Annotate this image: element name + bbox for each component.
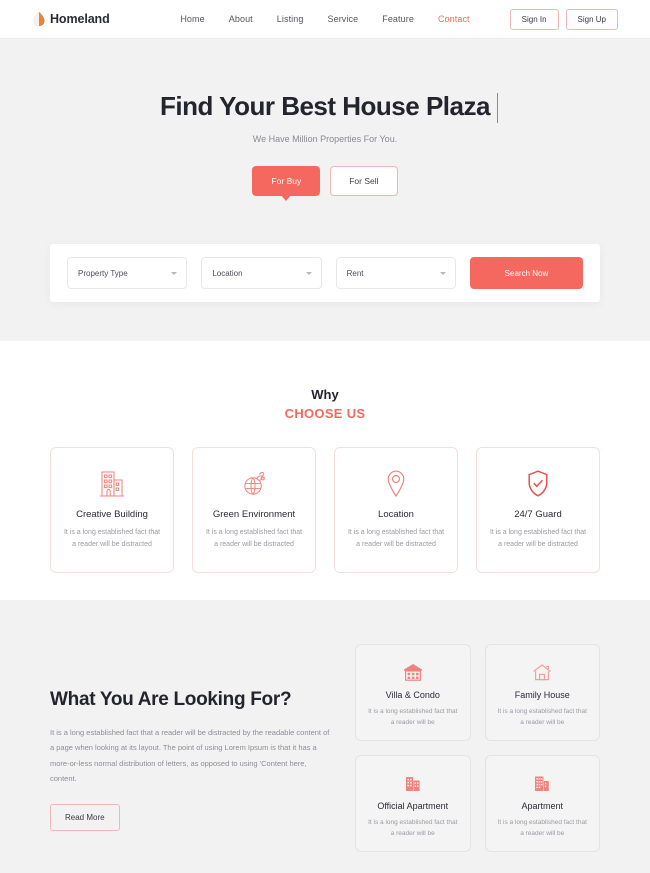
- nav-item-home[interactable]: Home: [180, 14, 204, 24]
- shield-check-icon: [489, 468, 587, 500]
- feature-desc: It is a long established fact that a rea…: [489, 529, 587, 548]
- feature-card-row: Creative Building It is a long establish…: [0, 447, 650, 574]
- looking-for-body: It is a long established fact that a rea…: [50, 728, 330, 784]
- page-title: Find Your Best House Plaza: [160, 91, 498, 123]
- nav-item-service[interactable]: Service: [328, 14, 359, 24]
- property-card-apartment[interactable]: Apartment It is a long established fact …: [484, 755, 600, 852]
- map-pin-icon: [347, 468, 445, 500]
- property-card-name: Official Apartment: [377, 801, 449, 811]
- sign-in-button[interactable]: Sign In: [509, 8, 559, 30]
- rent-value: Rent: [346, 268, 364, 278]
- property-card-name: Villa & Condo: [385, 690, 440, 700]
- feature-name: 24/7 Guard: [514, 509, 562, 520]
- apartment-icon: [496, 770, 590, 796]
- feature-desc: It is a long established fact that a rea…: [205, 529, 303, 548]
- logo[interactable]: Homeland: [32, 11, 110, 27]
- why-choose-us-section: Why CHOOSE US Creative Building It is a …: [0, 341, 650, 600]
- feature-card-green-environment[interactable]: Green Environment It is a long establish…: [192, 447, 316, 574]
- site-header: Homeland Home About Listing Service Feat…: [0, 0, 650, 39]
- feature-desc: It is a long established fact that a rea…: [63, 529, 161, 548]
- rent-select[interactable]: Rent: [335, 257, 456, 289]
- nav-item-about[interactable]: About: [229, 14, 253, 24]
- for-sell-button[interactable]: For Sell: [330, 166, 398, 196]
- flame-drop-icon: [33, 11, 45, 27]
- why-subtitle: CHOOSE US: [284, 406, 366, 421]
- search-panel: Property Type Location Rent Search Now: [50, 244, 600, 302]
- feature-name: Green Environment: [212, 509, 296, 520]
- logo-text: Homeland: [50, 12, 110, 26]
- buy-sell-toggle: For Buy For Sell: [0, 166, 650, 201]
- property-card-desc: It is a long established fact that a rea…: [497, 708, 587, 727]
- read-more-button[interactable]: Read More: [50, 803, 120, 831]
- property-card-desc: It is a long established fact that a rea…: [368, 819, 458, 838]
- villa-icon: [366, 659, 460, 685]
- property-type-card-grid: Villa & Condo It is a long established f…: [355, 644, 600, 873]
- official-apartment-icon: [366, 770, 460, 796]
- nav-item-listing[interactable]: Listing: [277, 14, 304, 24]
- chevron-down-icon: [439, 272, 446, 275]
- property-type-value: Property Type: [78, 268, 128, 278]
- chevron-down-icon: [171, 272, 178, 275]
- property-type-select[interactable]: Property Type: [67, 257, 188, 289]
- sign-up-button[interactable]: Sign Up: [565, 8, 618, 30]
- property-card-desc: It is a long established fact that a rea…: [497, 819, 587, 838]
- property-card-official-apartment[interactable]: Official Apartment It is a long establis…: [355, 755, 471, 852]
- auth-buttons: Sign In Sign Up: [509, 8, 618, 30]
- looking-for-section: What You Are Looking For? It is a long e…: [0, 600, 650, 873]
- globe-leaf-icon: [205, 468, 303, 500]
- feature-name: Creative Building: [76, 509, 148, 520]
- property-card-name: Apartment: [521, 801, 564, 811]
- building-icon: [63, 468, 161, 500]
- feature-card-location[interactable]: Location It is a long established fact t…: [334, 447, 458, 574]
- property-card-name: Family House: [514, 690, 570, 700]
- looking-for-text-block: What You Are Looking For? It is a long e…: [50, 644, 333, 873]
- search-now-button[interactable]: Search Now: [469, 257, 583, 289]
- location-select[interactable]: Location: [201, 257, 322, 289]
- feature-card-creative-building[interactable]: Creative Building It is a long establish…: [50, 447, 174, 574]
- property-card-family-house[interactable]: Family House It is a long established fa…: [484, 644, 600, 741]
- hero-subtitle: We Have Million Properties For You.: [252, 134, 398, 144]
- family-house-icon: [496, 659, 590, 685]
- chevron-down-icon: [305, 272, 312, 275]
- for-buy-button[interactable]: For Buy: [252, 166, 321, 201]
- nav-item-contact[interactable]: Contact: [438, 14, 470, 24]
- looking-for-title: What You Are Looking For?: [50, 689, 292, 710]
- feature-card-guard[interactable]: 24/7 Guard It is a long established fact…: [476, 447, 600, 574]
- nav-item-feature[interactable]: Feature: [382, 14, 414, 24]
- location-value: Location: [212, 268, 243, 278]
- feature-desc: It is a long established fact that a rea…: [347, 529, 445, 548]
- feature-name: Location: [378, 509, 414, 520]
- property-card-villa-condo[interactable]: Villa & Condo It is a long established f…: [355, 644, 471, 741]
- hero-section: Find Your Best House Plaza We Have Milli…: [0, 39, 650, 341]
- why-title: Why: [311, 387, 339, 402]
- property-card-desc: It is a long established fact that a rea…: [368, 708, 458, 727]
